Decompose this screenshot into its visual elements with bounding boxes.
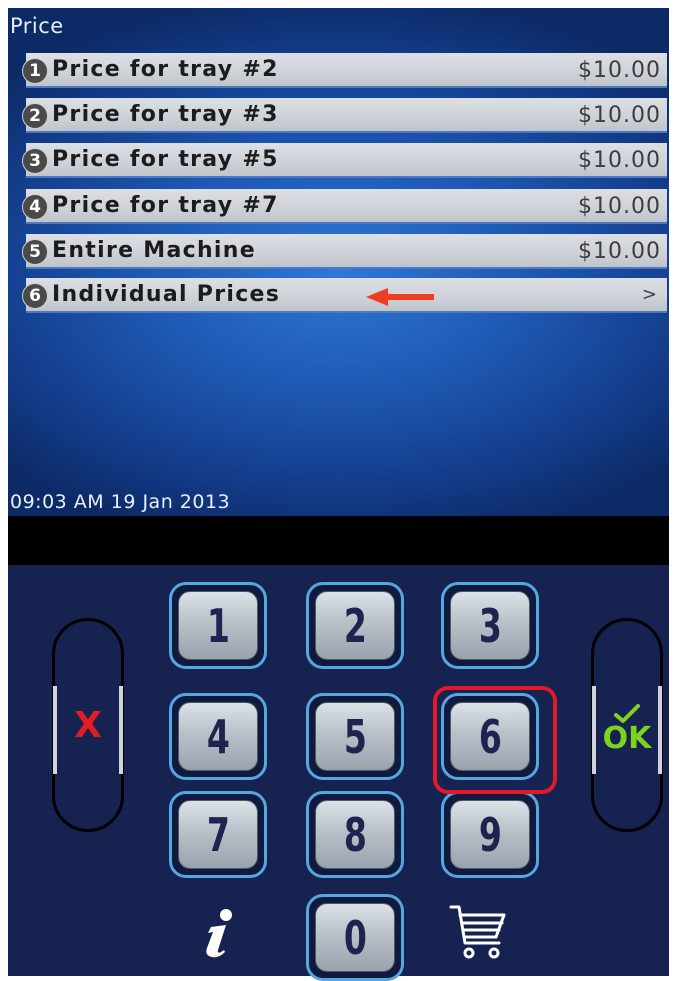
key-digit: 5 (343, 709, 367, 764)
key-9[interactable]: 9 (441, 791, 539, 878)
ok-label: OK (602, 721, 652, 756)
key-face: 0 (315, 903, 395, 972)
key-3[interactable]: 3 (441, 582, 539, 669)
info-icon[interactable] (197, 907, 239, 959)
menu-item-label: Individual Prices (52, 282, 281, 307)
menu-item-individual-prices[interactable]: 6 Individual Prices > (22, 278, 667, 313)
screen-title: Price (10, 14, 64, 38)
menu-item-value: $10.00 (578, 239, 661, 264)
menu-item-label: Price for tray #7 (52, 193, 279, 218)
key-face: 8 (315, 800, 395, 869)
key-digit: 2 (343, 598, 367, 653)
cancel-button[interactable]: X (52, 618, 124, 832)
key-digit: 7 (206, 807, 230, 862)
menu-item-number: 2 (22, 103, 48, 129)
menu-item-number: 4 (22, 194, 48, 220)
datetime-display: 09:03 AM 19 Jan 2013 (10, 491, 231, 513)
menu-item-value: $10.00 (578, 58, 661, 83)
key-face: 3 (450, 591, 530, 660)
menu-item-price-tray-5[interactable]: 3 Price for tray #5 $10.00 (22, 143, 667, 178)
key-face: 1 (178, 591, 258, 660)
key-face: 2 (315, 591, 395, 660)
ok-button[interactable]: OK (591, 618, 663, 832)
menu-item-value: $10.00 (578, 148, 661, 173)
key-digit: 8 (343, 807, 367, 862)
chevron-right-icon: > (641, 284, 657, 305)
menu-item-number: 5 (22, 239, 48, 265)
key-0[interactable]: 0 (306, 894, 404, 981)
screen-bezel (8, 516, 669, 565)
key-digit: 9 (478, 807, 502, 862)
key-8[interactable]: 8 (306, 791, 404, 878)
keypad-panel: X OK 1 2 3 4 5 6 7 8 9 0 (8, 565, 669, 981)
menu-item-label: Price for tray #3 (52, 102, 279, 127)
key-digit: 4 (206, 709, 230, 764)
menu-item-number: 3 (22, 148, 48, 174)
key-digit: 3 (478, 598, 502, 653)
menu-item-label: Entire Machine (52, 238, 256, 263)
cancel-x-icon: X (74, 705, 102, 746)
display-screen: Price 1 Price for tray #2 $10.00 2 Price… (8, 8, 669, 516)
menu-item-entire-machine[interactable]: 5 Entire Machine $10.00 (22, 234, 667, 269)
menu-item-number: 1 (22, 58, 48, 84)
key-digit: 0 (343, 910, 367, 965)
menu-item-label: Price for tray #5 (52, 147, 279, 172)
shopping-cart-icon[interactable] (449, 903, 507, 961)
key-face: 5 (315, 702, 395, 771)
left-arrow-icon (366, 288, 434, 306)
key-7[interactable]: 7 (169, 791, 267, 878)
key-1[interactable]: 1 (169, 582, 267, 669)
menu-item-number: 6 (22, 283, 48, 309)
menu-item-price-tray-2[interactable]: 1 Price for tray #2 $10.00 (22, 53, 667, 88)
key-2[interactable]: 2 (306, 582, 404, 669)
key-5[interactable]: 5 (306, 693, 404, 780)
menu-item-value: $10.00 (578, 103, 661, 128)
key-face: 7 (178, 800, 258, 869)
key-4[interactable]: 4 (169, 693, 267, 780)
key-6-highlight (433, 686, 557, 794)
key-face: 4 (178, 702, 258, 771)
menu-item-value: $10.00 (578, 194, 661, 219)
menu-item-label: Price for tray #2 (52, 57, 279, 82)
menu-item-price-tray-7[interactable]: 4 Price for tray #7 $10.00 (22, 189, 667, 224)
menu-item-price-tray-3[interactable]: 2 Price for tray #3 $10.00 (22, 98, 667, 133)
key-face: 9 (450, 800, 530, 869)
key-digit: 1 (206, 598, 230, 653)
